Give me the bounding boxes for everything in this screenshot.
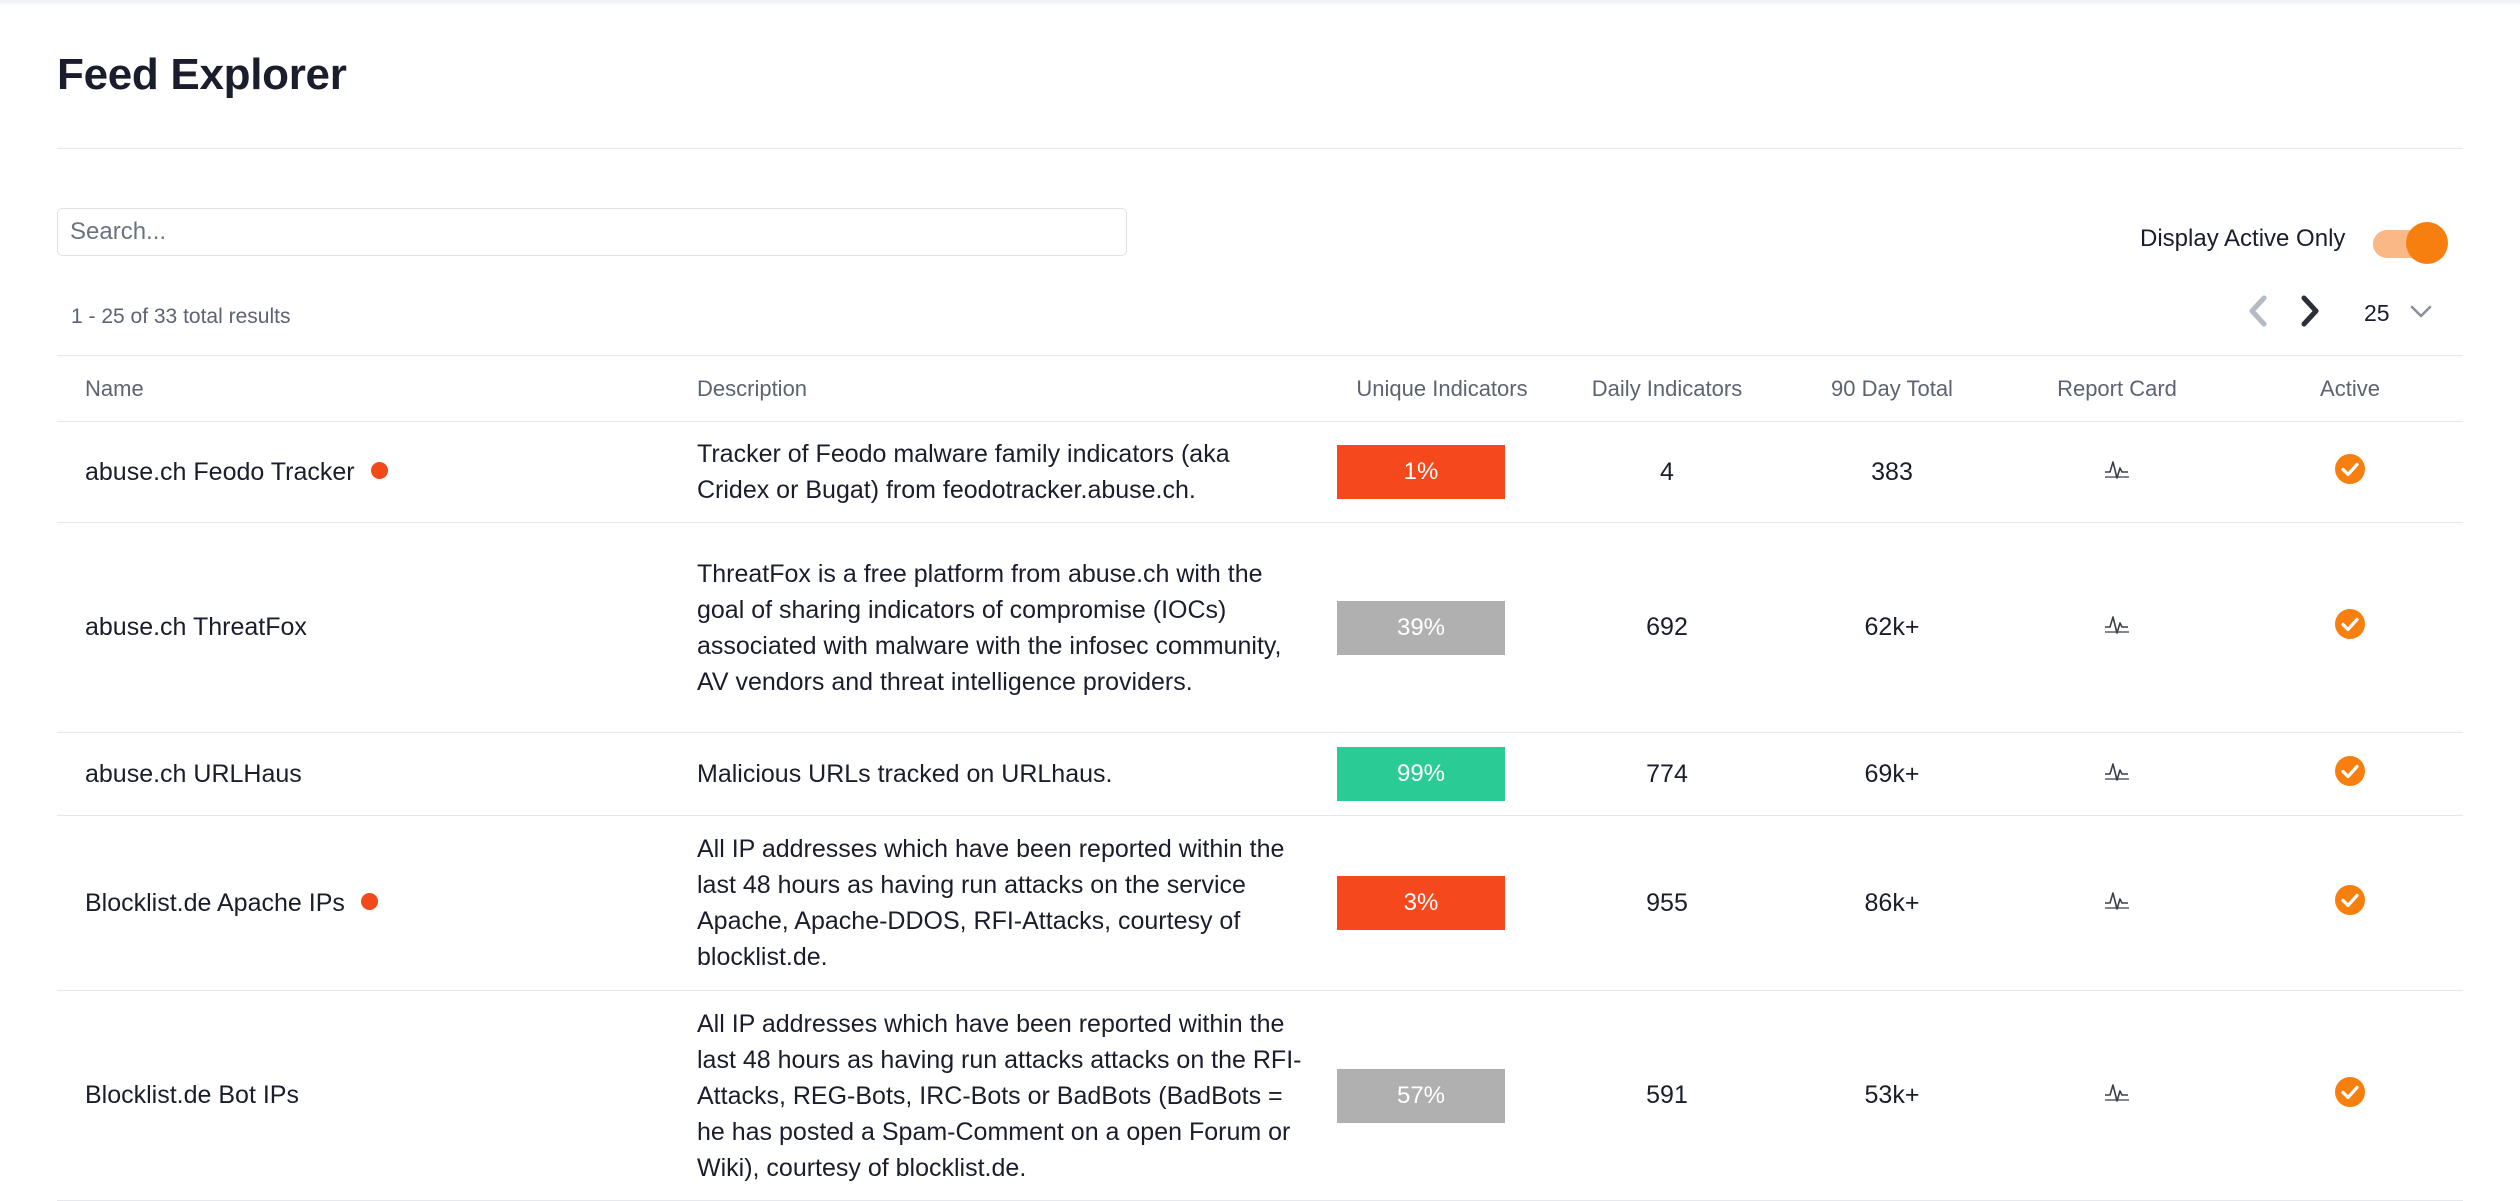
daily-indicators: 692	[1547, 522, 1787, 733]
unique-indicators-cell: 3%	[1337, 815, 1547, 991]
feed-name[interactable]: Blocklist.de Apache IPs	[85, 889, 345, 917]
activity-chart-icon[interactable]	[2104, 611, 2130, 644]
ninety-day-total: 383	[1787, 421, 1997, 523]
unique-indicators-cell: 99%	[1337, 732, 1547, 816]
page-title: Feed Explorer	[57, 50, 347, 99]
column-header-description: Description	[697, 355, 1337, 422]
feed-name[interactable]: abuse.ch Feodo Tracker	[85, 458, 355, 486]
column-header-active[interactable]: Active	[2237, 355, 2463, 422]
report-card-cell	[1997, 990, 2237, 1201]
divider	[57, 148, 2463, 149]
activity-chart-icon[interactable]	[2104, 758, 2130, 791]
report-card-cell	[1997, 421, 2237, 523]
previous-page-button[interactable]	[2244, 290, 2274, 332]
feed-description: Tracker of Feodo malware family indicato…	[697, 421, 1337, 523]
active-cell	[2237, 522, 2463, 733]
column-header-90-day-total[interactable]: 90 Day Total	[1787, 355, 1997, 422]
unique-indicators-badge: 57%	[1337, 1068, 1505, 1123]
feed-name[interactable]: Blocklist.de Bot IPs	[85, 1081, 299, 1109]
ninety-day-total: 86k+	[1787, 815, 1997, 991]
column-header-daily-indicators[interactable]: Daily Indicators	[1547, 355, 1787, 422]
table-header-row: Name Description Unique Indicators Daily…	[57, 355, 2463, 422]
unique-indicators-cell: 57%	[1337, 990, 1547, 1201]
top-shadow	[0, 0, 2520, 6]
active-only-label: Display Active Only	[2140, 225, 2346, 252]
unique-indicators-badge: 3%	[1337, 876, 1505, 930]
active-cell	[2237, 421, 2463, 523]
next-page-button[interactable]	[2294, 290, 2324, 332]
activity-chart-icon[interactable]	[2104, 1079, 2130, 1112]
daily-indicators: 591	[1547, 990, 1787, 1201]
report-card-cell	[1997, 522, 2237, 733]
per-page-value: 25	[2364, 300, 2390, 326]
search-input[interactable]	[57, 208, 1127, 256]
active-cell	[2237, 732, 2463, 816]
column-header-report-card: Report Card	[1997, 355, 2237, 422]
feed-name[interactable]: abuse.ch ThreatFox	[85, 613, 307, 641]
active-cell	[2237, 815, 2463, 991]
check-circle-icon[interactable]	[2334, 608, 2366, 647]
feed-name[interactable]: abuse.ch URLHaus	[85, 760, 302, 788]
check-circle-icon[interactable]	[2334, 453, 2366, 492]
feeds-table: Name Description Unique Indicators Daily…	[57, 355, 2463, 1201]
unique-indicators-cell: 39%	[1337, 522, 1547, 733]
column-header-unique-indicators[interactable]: Unique Indicators	[1337, 355, 1547, 422]
report-card-cell	[1997, 815, 2237, 991]
feed-name-cell: abuse.ch ThreatFox	[57, 522, 697, 733]
table-row[interactable]: abuse.ch ThreatFox ThreatFox is a free pl…	[57, 522, 2463, 733]
alert-dot-icon	[360, 893, 378, 911]
table-row[interactable]: abuse.ch URLHaus Malicious URLs tracked o…	[57, 732, 2463, 816]
feed-name-cell: Blocklist.de Apache IPs	[57, 815, 697, 991]
activity-chart-icon[interactable]	[2104, 456, 2130, 489]
active-only-toggle[interactable]	[2370, 222, 2450, 264]
chevron-down-icon	[2410, 305, 2432, 318]
feed-name-cell: Blocklist.de Bot IPs	[57, 990, 697, 1201]
table-row[interactable]: abuse.ch Feodo Tracker Tracker of Feodo m…	[57, 421, 2463, 523]
daily-indicators: 4	[1547, 421, 1787, 523]
unique-indicators-badge: 39%	[1337, 600, 1505, 655]
active-cell	[2237, 990, 2463, 1201]
unique-indicators-cell: 1%	[1337, 421, 1547, 523]
table-row[interactable]: Blocklist.de Bot IPs All IP addresses whi…	[57, 990, 2463, 1201]
alert-dot-icon	[370, 462, 388, 480]
unique-indicators-badge: 99%	[1337, 747, 1505, 801]
feed-name-cell: abuse.ch URLHaus	[57, 732, 697, 816]
toggle-knob	[2406, 222, 2448, 264]
check-circle-icon[interactable]	[2334, 1076, 2366, 1115]
results-summary: 1 - 25 of 33 total results	[71, 305, 291, 328]
check-circle-icon[interactable]	[2334, 755, 2366, 794]
ninety-day-total: 69k+	[1787, 732, 1997, 816]
table-row[interactable]: Blocklist.de Apache IPs All IP addresses …	[57, 815, 2463, 991]
daily-indicators: 774	[1547, 732, 1787, 816]
column-header-name[interactable]: Name	[57, 355, 697, 422]
daily-indicators: 955	[1547, 815, 1787, 991]
chevron-right-icon	[2301, 295, 2319, 327]
activity-chart-icon[interactable]	[2104, 887, 2130, 920]
feed-description: ThreatFox is a free platform from abuse.…	[697, 522, 1337, 733]
feed-description: Malicious URLs tracked on URLhaus.	[697, 732, 1337, 816]
check-circle-icon[interactable]	[2334, 884, 2366, 923]
unique-indicators-badge: 1%	[1337, 445, 1505, 499]
feed-description: All IP addresses which have been reporte…	[697, 990, 1337, 1201]
ninety-day-total: 53k+	[1787, 990, 1997, 1201]
feed-description: All IP addresses which have been reporte…	[697, 815, 1337, 991]
ninety-day-total: 62k+	[1787, 522, 1997, 733]
report-card-cell	[1997, 732, 2237, 816]
feed-name-cell: abuse.ch Feodo Tracker	[57, 421, 697, 523]
chevron-left-icon	[2249, 295, 2267, 327]
per-page-select[interactable]: 25	[2350, 290, 2440, 332]
